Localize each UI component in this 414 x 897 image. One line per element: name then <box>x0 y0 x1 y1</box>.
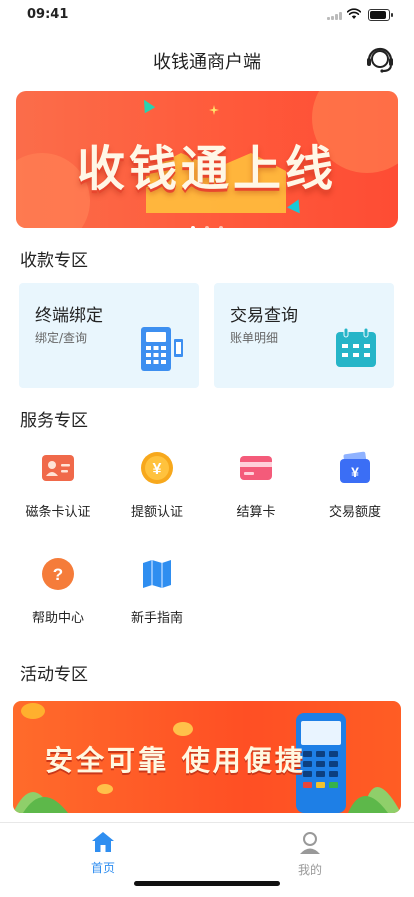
nav-bar: 收钱通商户端 <box>0 38 414 82</box>
page-title: 收钱通商户端 <box>153 52 261 73</box>
map-guide-icon <box>143 560 171 588</box>
tab-label: 首页 <box>90 861 115 875</box>
service-label: 交易额度 <box>328 505 381 520</box>
service-label: 磁条卡认证 <box>25 505 91 520</box>
service-label: 新手指南 <box>130 611 183 626</box>
service-trade-limit[interactable]: ¥ 交易额度 <box>315 451 395 520</box>
card-subtitle: 账单明细 <box>230 331 279 345</box>
service-limit-auth[interactable]: ¥ 提额认证 <box>117 451 197 520</box>
service-label: 帮助中心 <box>31 611 84 626</box>
card-subtitle: 绑定/查询 <box>35 331 88 345</box>
tab-home[interactable]: 首页 <box>63 831 143 876</box>
tab-label: 我的 <box>297 863 322 877</box>
home-icon <box>92 832 114 852</box>
section-title-activity: 活动专区 <box>20 665 88 685</box>
pos-terminal-icon <box>141 327 183 371</box>
calendar-icon <box>336 327 376 367</box>
question-icon: ? <box>42 558 74 590</box>
card-terminal-binding[interactable]: 终端绑定 绑定/查询 <box>19 283 199 388</box>
confetti-icon <box>287 196 305 214</box>
service-settlement-card[interactable]: 结算卡 <box>216 451 296 520</box>
customer-service-headset-icon[interactable] <box>364 44 396 76</box>
svg-text:¥: ¥ <box>153 461 162 478</box>
card-title: 交易查询 <box>230 306 298 326</box>
card-title: 终端绑定 <box>35 306 103 326</box>
banner-headline: 收钱通上线 <box>76 141 337 197</box>
tab-mine[interactable]: 我的 <box>270 831 350 878</box>
promo-headline: 安全可靠 使用便捷 <box>45 744 306 777</box>
banner-carousel[interactable]: 收钱通上线 <box>16 91 398 228</box>
carousel-dot[interactable] <box>205 226 209 228</box>
bank-card-icon <box>240 456 272 480</box>
wifi-icon <box>347 8 361 19</box>
sparkle-icon <box>209 105 219 115</box>
user-icon <box>300 832 320 854</box>
card-transaction-query[interactable]: 交易查询 账单明细 <box>214 283 394 388</box>
service-magstripe-auth[interactable]: 磁条卡认证 <box>18 451 98 520</box>
svg-text:¥: ¥ <box>351 464 359 480</box>
section-title-collect: 收款专区 <box>20 251 88 271</box>
carousel-indicator <box>16 215 398 228</box>
wallet-yen-icon: ¥ <box>340 451 370 483</box>
yen-coin-icon: ¥ <box>141 452 173 484</box>
signal-icon <box>327 12 345 20</box>
svg-text:?: ? <box>53 565 63 584</box>
promo-banner[interactable]: 安全可靠 使用便捷 <box>13 701 401 813</box>
carousel-dot[interactable] <box>219 226 223 228</box>
service-label: 提额认证 <box>130 505 183 520</box>
section-title-service: 服务专区 <box>20 411 88 431</box>
home-indicator <box>134 881 280 886</box>
carousel-dot[interactable] <box>191 226 195 228</box>
service-beginner-guide[interactable]: 新手指南 <box>117 557 197 626</box>
confetti-icon <box>138 96 156 114</box>
service-help-center[interactable]: ? 帮助中心 <box>18 557 98 626</box>
id-card-icon <box>42 455 74 481</box>
status-bar: 09:41 <box>0 0 414 32</box>
service-label: 结算卡 <box>236 505 276 520</box>
battery-icon <box>368 9 393 21</box>
status-time: 09:41 <box>27 7 69 22</box>
